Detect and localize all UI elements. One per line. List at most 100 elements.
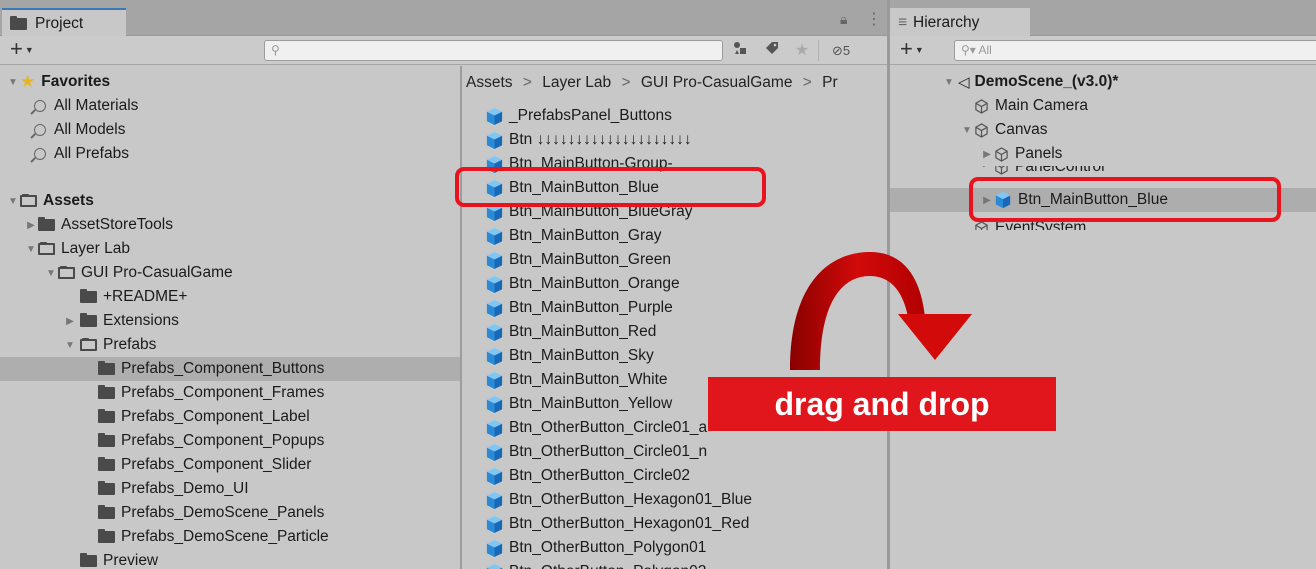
expand-arrow-icon[interactable]: ▼: [6, 77, 20, 88]
prefab-cube-icon: [486, 539, 503, 557]
search-by-type-icon[interactable]: [728, 40, 752, 61]
tree-row-prefabs-component-slider[interactable]: Prefabs_Component_Slider: [98, 453, 460, 477]
tree-row-preview[interactable]: Preview: [80, 549, 460, 569]
collapse-arrow-icon[interactable]: ▶: [980, 166, 994, 169]
create-dropdown-button[interactable]: + ▼: [900, 37, 924, 61]
tree-row-all-prefabs[interactable]: All Prefabs: [34, 142, 460, 166]
project-toolbar: + ▼ ⚲ ★ ⊘5: [0, 36, 887, 65]
create-dropdown-button[interactable]: + ▼: [10, 37, 34, 61]
project-tab[interactable]: Project: [2, 8, 126, 36]
project-panel: Project 🔒︎ ⋮ + ▼ ⚲ ★ ⊘5 ▼ ★ Favorites All…: [0, 0, 887, 569]
breadcrumb-item[interactable]: Assets: [466, 74, 513, 91]
lock-icon[interactable]: 🔒︎: [840, 11, 847, 28]
tree-row-prefabs-component-popups[interactable]: Prefabs_Component_Popups: [98, 429, 460, 453]
expand-arrow-icon[interactable]: ▼: [24, 244, 38, 255]
folder-icon: [80, 289, 97, 303]
prefab-cube-icon: [486, 395, 503, 413]
asset-list-item-label: Btn_OtherButton_Polygon01: [509, 539, 707, 556]
hidden-packages-toggle[interactable]: ⊘5: [832, 40, 878, 61]
asset-list-item[interactable]: Btn ↓↓↓↓↓↓↓↓↓↓↓↓↓↓↓↓↓↓↓↓: [485, 128, 692, 152]
tree-row-prefabs-demoscene-panels[interactable]: Prefabs_DemoScene_Panels: [98, 501, 460, 525]
collapse-arrow-icon[interactable]: ▶: [63, 316, 77, 327]
tree-row-favorites[interactable]: ▼ ★ Favorites: [6, 70, 460, 94]
tree-row-prefabs[interactable]: ▼ Prefabs: [63, 333, 460, 357]
breadcrumb-item[interactable]: Pr: [822, 74, 838, 91]
asset-list-item[interactable]: _PrefabsPanel_Buttons: [485, 104, 672, 128]
asset-list-item[interactable]: Btn_MainButton_Sky: [485, 344, 654, 368]
tree-row-prefabs-demo-ui[interactable]: Prefabs_Demo_UI: [98, 477, 460, 501]
expand-arrow-icon[interactable]: ▼: [44, 268, 58, 279]
asset-list-item-label: Btn_MainButton_Gray: [509, 227, 662, 244]
expand-arrow-icon[interactable]: ▼: [6, 196, 20, 207]
gameobject-icon: [995, 146, 1008, 162]
tree-row-readme[interactable]: +README+: [80, 285, 460, 309]
project-search-input[interactable]: ⚲: [264, 40, 723, 61]
prefab-cube-icon: [486, 275, 503, 293]
tree-row-gui-pro-casualgame[interactable]: ▼ GUI Pro-CasualGame: [44, 261, 460, 285]
prefab-cube-icon: [486, 347, 503, 365]
asset-list-item[interactable]: Btn_MainButton_Gray: [485, 224, 662, 248]
prefab-cube-icon: [486, 419, 503, 437]
asset-list-item[interactable]: Btn_MainButton_Yellow: [485, 392, 672, 416]
tree-row-prefabs-component-frames[interactable]: Prefabs_Component_Frames: [98, 381, 460, 405]
hierarchy-row-main-camera[interactable]: Main Camera: [890, 94, 1316, 118]
hierarchy-row-scene[interactable]: ▼ ◁ DemoScene_(v3.0)*: [890, 70, 1316, 94]
asset-list-item[interactable]: Btn_OtherButton_Polygon02: [485, 560, 706, 569]
tree-row-assetstoretools[interactable]: ▶ AssetStoreTools: [24, 213, 460, 237]
tree-row-prefabs-component-buttons[interactable]: Prefabs_Component_Buttons: [0, 357, 460, 381]
prefab-cube-icon: [486, 515, 503, 533]
tree-row-label: All Prefabs: [54, 145, 129, 162]
asset-list-item[interactable]: Btn_OtherButton_Circle02: [485, 464, 690, 488]
folder-icon: [98, 457, 115, 471]
tree-row-layer-lab[interactable]: ▼ Layer Lab: [24, 237, 460, 261]
hierarchy-tab[interactable]: ≡ Hierarchy: [890, 8, 1030, 36]
asset-list-item[interactable]: Btn_MainButton_Orange: [485, 272, 680, 296]
asset-list-item-label: Btn_MainButton_Green: [509, 251, 671, 268]
breadcrumb-item[interactable]: GUI Pro-CasualGame: [641, 74, 793, 91]
asset-list-item[interactable]: Btn_OtherButton_Polygon01: [485, 536, 706, 560]
asset-list-item[interactable]: Btn_MainButton_White: [485, 368, 668, 392]
folder-icon: [98, 361, 115, 375]
hierarchy-toolbar: + ▼ ⚲▾ All: [890, 36, 1316, 65]
asset-list-item[interactable]: Btn_MainButton_Green: [485, 248, 671, 272]
search-by-label-icon[interactable]: [760, 40, 784, 61]
asset-list-item[interactable]: Btn_OtherButton_Circle01_a: [485, 416, 707, 440]
tree-row-all-models[interactable]: All Models: [34, 118, 460, 142]
asset-list-item[interactable]: Btn_OtherButton_Hexagon01_Red: [485, 512, 749, 536]
prefab-cube-icon: [486, 299, 503, 317]
hierarchy-row-canvas[interactable]: ▼ Canvas: [890, 118, 1316, 142]
asset-list-item[interactable]: Btn_MainButton_Red: [485, 320, 656, 344]
asset-list-item-label: Btn_OtherButton_Polygon02: [509, 563, 706, 569]
prefab-cube-icon: [486, 491, 503, 509]
expand-arrow-icon[interactable]: ▼: [942, 77, 956, 88]
search-placeholder: All: [978, 43, 992, 57]
folder-open-icon: [20, 194, 37, 207]
tree-row-all-materials[interactable]: All Materials: [34, 94, 460, 118]
asset-list-item[interactable]: Btn_MainButton_Purple: [485, 296, 673, 320]
list-icon: ≡: [898, 13, 908, 31]
favorites-star-icon[interactable]: ★: [790, 40, 814, 61]
tree-row-label: Prefabs: [103, 336, 157, 353]
expand-arrow-icon[interactable]: ▼: [63, 340, 77, 351]
asset-list-item-label: Btn_MainButton_Purple: [509, 299, 673, 316]
eye-slash-icon: ⊘: [832, 43, 843, 58]
hierarchy-row-label: DemoScene_(v3.0)*: [974, 73, 1119, 90]
hierarchy-row-label: Canvas: [995, 121, 1048, 138]
collapse-arrow-icon[interactable]: ▶: [980, 149, 994, 160]
tree-row-prefabs-demoscene-particle[interactable]: Prefabs_DemoScene_Particle: [98, 525, 460, 549]
tree-row-extensions[interactable]: ▶ Extensions: [63, 309, 460, 333]
asset-list-item-label: Btn_OtherButton_Circle02: [509, 467, 690, 484]
hierarchy-search-input[interactable]: ⚲▾ All: [954, 40, 1316, 61]
prefab-cube-icon: [486, 563, 503, 569]
breadcrumb-item[interactable]: Layer Lab: [542, 74, 611, 91]
tree-row-label: Prefabs_Demo_UI: [121, 480, 249, 497]
collapse-arrow-icon[interactable]: ▶: [24, 220, 38, 231]
kebab-menu-icon[interactable]: ⋮: [866, 9, 882, 29]
tree-row-prefabs-component-label[interactable]: Prefabs_Component_Label: [98, 405, 460, 429]
expand-arrow-icon[interactable]: ▼: [960, 125, 974, 136]
hierarchy-row-panels[interactable]: ▶ Panels: [890, 142, 1316, 166]
asset-list-item[interactable]: Btn_OtherButton_Circle01_n: [485, 440, 707, 464]
tree-row-label: Prefabs_Component_Popups: [121, 432, 325, 449]
tree-row-assets[interactable]: ▼ Assets: [6, 189, 460, 213]
asset-list-item[interactable]: Btn_OtherButton_Hexagon01_Blue: [485, 488, 752, 512]
